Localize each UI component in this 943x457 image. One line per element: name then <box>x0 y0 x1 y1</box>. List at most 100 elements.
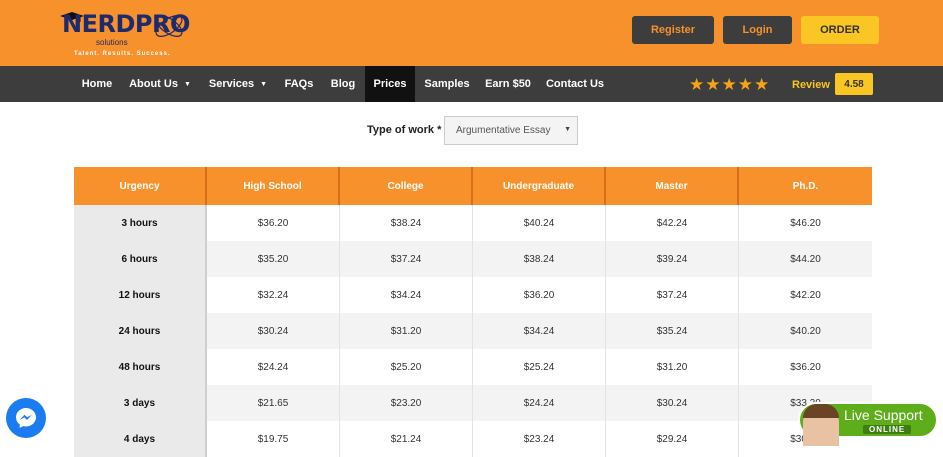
nav-blog[interactable]: Blog <box>324 66 362 102</box>
star-icon: ★ <box>721 75 737 94</box>
urgency-cell: 3 days <box>74 385 207 421</box>
dropdown-arrow-icon: ▼ <box>564 126 571 133</box>
price-cell: $21.65 <box>207 385 340 421</box>
nav-samples-label: Samples <box>424 78 470 90</box>
price-table: Urgency High School College Undergraduat… <box>74 167 872 457</box>
messenger-chat-button[interactable] <box>6 398 46 438</box>
table-body: 3 hours $36.20 $38.24 $40.24 $42.24 $46.20 6 h… <box>74 205 872 457</box>
price-cell: $25.20 <box>340 349 473 385</box>
price-cell: $39.24 <box>606 241 739 277</box>
star-icon: ★ <box>737 75 753 94</box>
price-cell: $42.24 <box>606 205 739 241</box>
type-of-work-value: Argumentative Essay <box>456 125 551 136</box>
price-cell: $34.24 <box>340 277 473 313</box>
header-phd: Ph.D. <box>792 180 819 192</box>
price-cell: $30.24 <box>606 385 739 421</box>
nav-services-label: Services <box>208 78 255 90</box>
nav-contact-us[interactable]: Contact Us <box>542 66 608 102</box>
price-cell: $34.24 <box>473 313 606 349</box>
price-cell: $40.20 <box>739 313 872 349</box>
price-cell: $35.24 <box>606 313 739 349</box>
logo-subtitle: solutions <box>96 38 128 47</box>
price-cell: $32.24 <box>207 277 340 313</box>
price-cell: $37.24 <box>606 277 739 313</box>
nav-earn[interactable]: Earn $50 <box>480 66 536 102</box>
price-cell: $37.24 <box>340 241 473 277</box>
nav-services[interactable]: Services ▼ <box>204 66 272 102</box>
table-row: 4 days$19.75$21.24$23.24$29.24$30.24 <box>74 421 872 457</box>
price-cell: $23.20 <box>340 385 473 421</box>
main-nav: Home About Us ▼ Services ▼ FAQs Blog Price… <box>0 66 943 102</box>
nav-prices-label: Prices <box>373 78 407 90</box>
nav-home[interactable]: Home <box>76 66 118 102</box>
nav-faqs[interactable]: FAQs <box>280 66 318 102</box>
urgency-cell: 24 hours <box>74 313 207 349</box>
urgency-cell: 6 hours <box>74 241 207 277</box>
type-of-work-select[interactable]: Argumentative Essay ▼ <box>444 116 578 145</box>
nav-samples[interactable]: Samples <box>419 66 475 102</box>
rating-stars: ★ ★ ★ ★ ★ <box>689 76 769 93</box>
support-agent-hair <box>803 404 839 418</box>
review-link[interactable]: Review <box>792 79 830 91</box>
table-row: 24 hours $30.24 $31.20 $34.24 $35.24 $40.20 <box>74 313 872 349</box>
table-row: 3 days $21.65 $23.20 $24.24 $30.24 $33.20 <box>74 385 872 421</box>
register-button[interactable]: Register <box>632 16 714 44</box>
price-cell: $24.24 <box>473 385 606 421</box>
header-high-school: High School <box>207 167 340 205</box>
table-row: 3 hours $36.20 $38.24 $40.24 $42.24 $46.20 <box>74 205 872 241</box>
price-cell: $31.20 <box>340 313 473 349</box>
urgency-cell: 3 hours <box>74 205 207 241</box>
nav-about-us-label: About Us <box>129 78 178 90</box>
live-support-widget[interactable]: Live Support ONLINE <box>798 402 938 446</box>
table-row: 12 hours $32.24 $34.24 $36.20 $37.24 $42.20 <box>74 277 872 313</box>
live-support-title: Live Support <box>844 407 923 423</box>
table-header-row: Urgency High School College Undergraduat… <box>74 167 872 205</box>
nav-prices[interactable]: Prices <box>365 66 415 102</box>
nav-about-us[interactable]: About Us ▼ <box>124 66 196 102</box>
messenger-icon <box>16 408 36 428</box>
nav-blog-label: Blog <box>330 78 356 90</box>
price-cell: $19.75 <box>207 421 340 457</box>
table-row: 48 hours $24.24 $25.20 $25.24 $31.20 $36.20 <box>74 349 872 385</box>
price-cell: $36.20 <box>739 349 872 385</box>
urgency-cell: 12 hours <box>74 277 207 313</box>
urgency-cell: 4 days <box>74 421 207 457</box>
price-cell: $25.24 <box>473 349 606 385</box>
nav-contact-us-label: Contact Us <box>545 78 605 90</box>
logo-tagline: Talent. Results. Success. <box>74 51 171 57</box>
table-row: 6 hours $35.20 $37.24 $38.24 $39.24 $44.20 <box>74 241 872 277</box>
review-score-badge: 4.58 <box>835 73 873 95</box>
price-cell: $38.24 <box>340 205 473 241</box>
type-of-work-label: Type of work * <box>367 124 442 136</box>
price-cell: $44.20 <box>739 241 872 277</box>
header-urgency: Urgency <box>74 167 207 205</box>
price-cell: $42.20 <box>739 277 872 313</box>
nav-earn-label: Earn $50 <box>485 78 531 90</box>
price-cell: $31.20 <box>606 349 739 385</box>
price-cell: $36.20 <box>207 205 340 241</box>
price-cell: $30.24 <box>207 313 340 349</box>
header-undergraduate: Undergraduate <box>473 167 606 205</box>
caret-down-icon: ▼ <box>183 80 191 88</box>
login-button[interactable]: Login <box>723 16 792 44</box>
price-cell: $40.24 <box>473 205 606 241</box>
price-cell: $29.24 <box>606 421 739 457</box>
star-icon: ★ <box>705 75 721 94</box>
caret-down-icon: ▼ <box>260 80 268 88</box>
nav-home-label: Home <box>81 78 113 90</box>
live-support-status: ONLINE <box>863 425 912 434</box>
order-button[interactable]: ORDER <box>801 16 879 44</box>
urgency-cell: 48 hours <box>74 349 207 385</box>
price-cell: $38.24 <box>473 241 606 277</box>
header-master: Master <box>606 167 739 205</box>
star-icon: ★ <box>754 75 770 94</box>
price-cell: $23.24 <box>473 421 606 457</box>
price-cell: $21.24 <box>340 421 473 457</box>
header-college: College <box>340 167 473 205</box>
price-cell: $24.24 <box>207 349 340 385</box>
nerdpro-logo[interactable]: NERDPRO solutions Talent. Results. Succe… <box>60 8 190 62</box>
nav-faqs-label: FAQs <box>284 78 314 90</box>
logo-wordmark: NERDPRO <box>62 10 190 38</box>
star-icon: ★ <box>689 75 705 94</box>
site-header: NERDPRO solutions Talent. Results. Succe… <box>0 0 943 66</box>
